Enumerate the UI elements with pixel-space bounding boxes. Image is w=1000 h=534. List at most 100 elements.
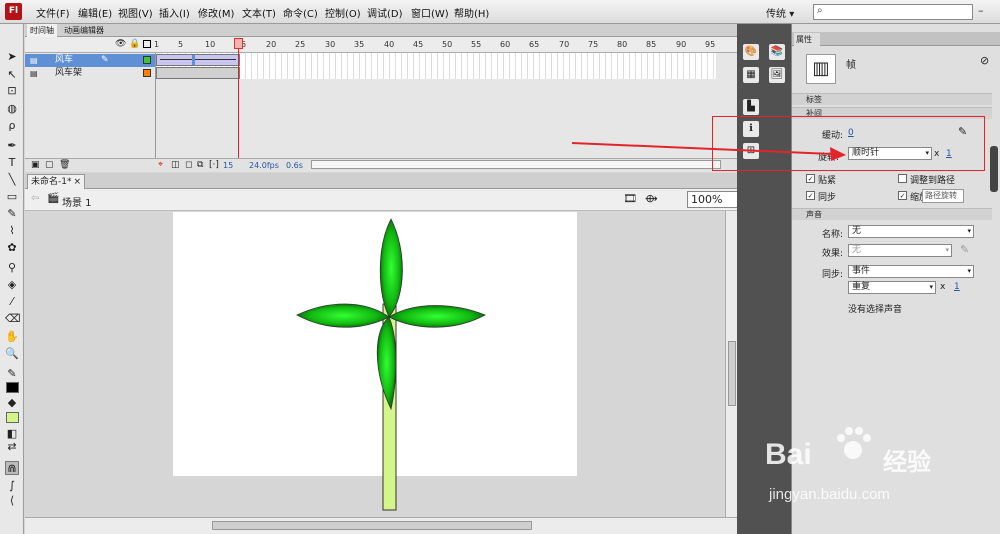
edit-scene-icon[interactable]: 🎞 [623,192,637,205]
eyedropper-tool-icon[interactable]: ⁄ [5,295,19,309]
color-panel-icon[interactable]: 🎨 [743,44,759,60]
hand-tool-icon[interactable]: ✋ [5,330,19,344]
scroll-thumb[interactable] [728,341,736,406]
layer-row-windmill-stand[interactable]: ▤ 风车架 [25,67,156,80]
smooth-icon[interactable]: ∫ [5,479,19,493]
eraser-tool-icon[interactable]: ⌫ [5,312,21,326]
ruler-number: 55 [471,40,482,49]
properties-scrollbar[interactable] [990,146,998,192]
lock-icon[interactable]: 🔒 [129,39,140,49]
stage-horizontal-scrollbar[interactable] [25,517,737,534]
delete-layer-icon[interactable]: 🗑 [59,160,70,170]
selection-tool-icon[interactable]: ➤ [5,50,19,64]
menu-debug[interactable]: 调试(D) [367,5,403,20]
help-search-input[interactable]: ⌕ [813,4,973,20]
menu-edit[interactable]: 编辑(E) [78,5,112,20]
menu-commands[interactable]: 命令(C) [283,5,318,20]
swatches-panel-icon[interactable]: ▦ [743,67,759,83]
modify-markers-icon[interactable]: [·] [209,160,219,170]
scale-checkbox[interactable]: ✓ [898,191,907,200]
effect-select[interactable]: 无 ▾ [848,244,952,257]
menu-control[interactable]: 控制(O) [325,5,361,20]
layer-color-swatch[interactable] [143,69,151,77]
snap-to-objects-icon[interactable]: ⋒ [5,461,19,475]
windmill-blade-right[interactable] [388,305,486,328]
center-frame-icon[interactable]: ⌖ [158,160,163,170]
help-icon[interactable]: ⊘ [980,54,989,67]
close-icon[interactable]: × [73,175,81,189]
frame-grid[interactable] [156,53,716,79]
edit-multiple-frames-icon[interactable]: ⧉ [197,160,203,170]
text-tool-icon[interactable]: T [5,156,19,170]
tab-timeline[interactable]: 时间轴 [27,24,57,37]
fill-color-bucket-icon[interactable]: ◆ [5,396,19,410]
rectangle-tool-icon[interactable]: ▭ [5,190,19,204]
menu-text[interactable]: 文本(T) [242,5,276,20]
windmill-artwork[interactable] [25,211,725,517]
zoom-tool-icon[interactable]: 🔍 [5,347,19,361]
onion-skin-icon[interactable]: ◫ [171,160,180,170]
outline-icon[interactable] [143,40,151,48]
onion-outline-icon[interactable]: ◻ [185,160,192,170]
align-panel-icon[interactable]: ▙ [743,99,759,115]
stage-vertical-scrollbar[interactable] [725,211,737,517]
snap-checkbox[interactable]: ✓ [806,174,815,183]
workspace-switcher[interactable]: 传统 ▾ [766,5,794,20]
minimize-icon[interactable]: – [978,4,984,17]
motion-tween-span[interactable] [156,54,240,66]
fill-color-swatch[interactable] [6,412,19,423]
brush-tool-icon[interactable]: ⌇ [5,224,19,238]
menu-view[interactable]: 视图(V) [118,5,153,20]
repeat-select[interactable]: 重复 ▾ [848,281,936,294]
back-arrow-icon[interactable]: ⇦ [31,193,39,204]
stroke-color-pencil-icon[interactable]: ✎ [5,367,19,381]
windmill-blade-top[interactable] [379,218,403,318]
sound-name-select[interactable]: 无 ▾ [848,225,974,238]
stroke-color-swatch[interactable] [6,382,19,393]
sync-checkbox[interactable]: ✓ [806,191,815,200]
line-tool-icon[interactable]: ╲ [5,173,19,187]
components-panel-icon[interactable]: 🖼 [769,67,785,83]
edit-symbols-icon[interactable]: ⟴ [645,192,658,205]
sound-sync-select[interactable]: 事件 ▾ [848,265,974,278]
tab-properties[interactable]: 属性 [794,33,820,46]
menu-insert[interactable]: 插入(I) [159,5,190,20]
free-transform-tool-icon[interactable]: ⊡ [5,84,19,98]
static-frame-span[interactable] [156,67,240,79]
library-panel-icon[interactable]: 📚 [769,44,785,60]
current-frame[interactable]: 15 [223,161,233,170]
frame-rate[interactable]: 24.0fps [249,161,279,170]
layer-row-windmill[interactable]: ▤ 风车 ✎ [25,54,156,67]
straighten-icon[interactable]: ⟨ [5,494,19,508]
3d-rotation-tool-icon[interactable]: ◍ [5,102,19,116]
layer-color-swatch[interactable] [143,56,151,64]
lasso-tool-icon[interactable]: ρ [5,119,19,133]
menu-window[interactable]: 窗口(W) [411,5,449,20]
new-folder-icon[interactable]: ▢ [45,160,54,170]
repeat-count[interactable]: 1 [954,282,960,292]
bone-tool-icon[interactable]: ⚲ [5,261,19,275]
windmill-blade-bottom[interactable] [376,316,397,411]
black-white-icon[interactable]: ◧ [5,427,19,441]
section-sound[interactable]: 声音 [792,208,992,220]
subselection-tool-icon[interactable]: ↖ [5,68,19,82]
pen-tool-icon[interactable]: ✒ [5,139,19,153]
menu-file[interactable]: 文件(F) [36,5,70,20]
document-tab[interactable]: 未命名-1* × [27,174,85,189]
pencil-tool-icon[interactable]: ✎ [5,207,19,221]
edit-envelope-icon[interactable]: ✎ [960,243,969,256]
swap-colors-icon[interactable]: ⇄ [5,440,19,454]
scroll-thumb[interactable] [212,521,532,530]
eye-icon[interactable]: 👁 [115,39,126,49]
section-label[interactable]: 标签 [792,93,992,105]
windmill-blade-left[interactable] [296,303,390,328]
deco-tool-icon[interactable]: ✿ [5,241,19,255]
tab-motion-editor[interactable]: 动画编辑器 [61,24,107,37]
menu-modify[interactable]: 修改(M) [198,5,234,20]
playhead[interactable] [234,38,243,49]
orient-to-path-checkbox[interactable] [898,174,907,183]
menu-help[interactable]: 帮助(H) [454,5,489,20]
edit-bar: ⇦ 🎬 场景 1 🎞 ⟴ 100%▾ [25,189,759,211]
paint-bucket-tool-icon[interactable]: ◈ [5,278,19,292]
new-layer-icon[interactable]: ▣ [31,160,40,170]
